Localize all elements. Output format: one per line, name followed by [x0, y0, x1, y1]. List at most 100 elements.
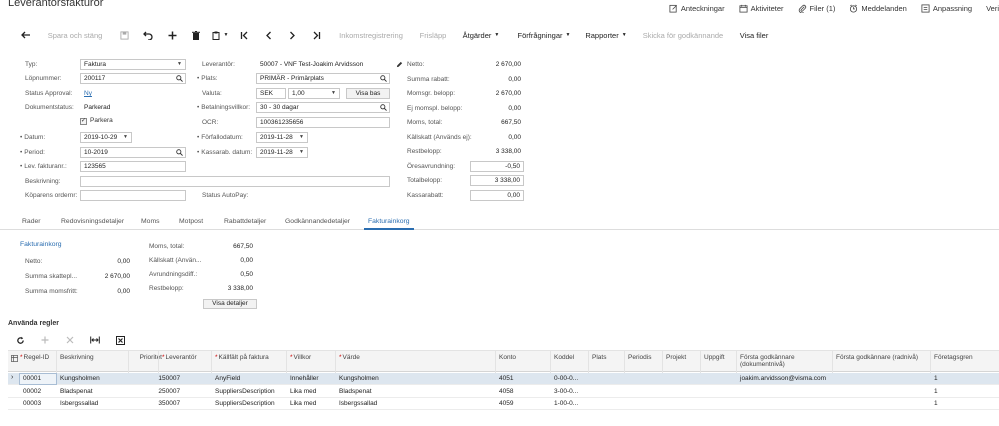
save-button[interactable]: [112, 24, 136, 46]
delete-button[interactable]: [184, 24, 208, 46]
grid-column-header[interactable]: Företagsgren: [934, 354, 994, 361]
edit-icon[interactable]: [396, 61, 403, 68]
ocr-field[interactable]: 100361235656: [256, 117, 390, 128]
exchange-rate-field[interactable]: 1,00 ▼: [288, 88, 340, 99]
verify-action[interactable]: Veri: [986, 4, 999, 13]
delete-row-button[interactable]: [62, 334, 78, 346]
grid-column-header[interactable]: Villkor: [290, 354, 336, 361]
grid-column-header[interactable]: Leverantör: [162, 354, 210, 361]
fakturainkorg-link[interactable]: Fakturainkorg: [20, 241, 62, 248]
grid-column-header[interactable]: Konto: [499, 354, 551, 361]
last-record-button[interactable]: [304, 24, 328, 46]
show-base-button[interactable]: Visa bas: [346, 88, 390, 99]
save-close-button[interactable]: Spara och stäng: [38, 24, 112, 46]
grid-column-header[interactable]: Första godkännare (radnivå): [836, 354, 932, 361]
table-cell[interactable]: 1: [934, 375, 994, 382]
grid-column-divider[interactable]: [158, 351, 159, 373]
location-field[interactable]: PRIMÄR - Primärplats: [256, 73, 390, 84]
table-cell[interactable]: Innehåller: [290, 375, 336, 382]
type-select[interactable]: Faktura ▼: [80, 59, 186, 70]
grid-column-header[interactable]: Första godkännare (dokumentnivå): [740, 354, 836, 368]
inquiries-menu[interactable]: Förfrågningar ▼: [510, 24, 578, 46]
table-cell[interactable]: Kungsholmen: [339, 375, 497, 382]
grid-column-divider[interactable]: [211, 351, 212, 373]
tab-godkannandedetaljer[interactable]: Godkännandedetaljer: [285, 218, 350, 225]
grid-column-divider[interactable]: [662, 351, 663, 373]
grid-column-divider[interactable]: [930, 351, 931, 373]
messages-action[interactable]: Meddelanden: [849, 4, 907, 13]
table-cell[interactable]: 50007: [162, 400, 210, 407]
table-cell[interactable]: 4058: [499, 388, 551, 395]
copy-paste-button[interactable]: ▼: [208, 24, 232, 46]
grid-column-header[interactable]: Periodis: [628, 354, 666, 361]
description-field[interactable]: [80, 176, 390, 187]
grid-column-header[interactable]: Beskrivning: [60, 354, 130, 361]
grid-column-divider[interactable]: [700, 351, 701, 373]
due-date-field[interactable]: 2019-11-28 ▼: [256, 132, 308, 143]
grid-column-divider[interactable]: [286, 351, 287, 373]
table-cell[interactable]: 00002: [23, 388, 61, 395]
table-cell[interactable]: 3-00-0...: [554, 388, 592, 395]
customization-action[interactable]: Anpassning: [921, 4, 972, 13]
undo-button[interactable]: [136, 24, 160, 46]
table-cell[interactable]: SuppliersDescription: [215, 388, 287, 395]
grid-column-divider[interactable]: [624, 351, 625, 373]
table-cell[interactable]: 50007: [162, 388, 210, 395]
grid-column-header[interactable]: Regel-ID: [20, 354, 58, 361]
next-record-button[interactable]: [280, 24, 304, 46]
currency-field[interactable]: SEK: [256, 88, 286, 99]
grid-column-header[interactable]: Uppgift: [704, 354, 740, 361]
grid-column-header[interactable]: Projekt: [666, 354, 704, 361]
table-cell[interactable]: Isbergssallad: [60, 400, 130, 407]
previous-record-button[interactable]: [256, 24, 280, 46]
tab-motpost[interactable]: Motpost: [179, 218, 203, 225]
period-field[interactable]: 10-2019: [80, 147, 186, 158]
incoming-registration-button[interactable]: Inkomstregistrering: [328, 24, 414, 46]
supplier-invoice-nr-field[interactable]: 123565: [80, 161, 186, 172]
tab-moms[interactable]: Moms: [141, 218, 160, 225]
discount-date-field[interactable]: 2019-11-28 ▼: [256, 147, 308, 158]
back-button[interactable]: [14, 24, 38, 46]
summary-value[interactable]: 3 338,00: [470, 175, 524, 186]
table-cell[interactable]: Bladspenat: [339, 388, 497, 395]
tab-fakturainkorg[interactable]: Fakturainkorg: [364, 218, 414, 230]
grid-column-header[interactable]: Värde: [339, 354, 497, 361]
column-settings-icon[interactable]: [11, 355, 18, 362]
activities-action[interactable]: Aktiviteter: [739, 4, 784, 13]
table-cell[interactable]: Kungsholmen: [60, 375, 130, 382]
grid-column-header[interactable]: Plats: [592, 354, 628, 361]
parkera-checkbox[interactable]: ✓: [80, 118, 87, 125]
buyer-order-field[interactable]: [80, 190, 186, 201]
table-cell[interactable]: joakim.arvidsson@visma.com: [740, 375, 836, 382]
table-row[interactable]: 00003 Isbergssallad 3 50007 SuppliersDescrip…: [8, 398, 999, 410]
show-files-button[interactable]: Visa filer: [732, 24, 776, 46]
table-cell[interactable]: 1: [132, 375, 162, 382]
files-action[interactable]: Filer (1): [798, 4, 835, 13]
add-row-button[interactable]: [37, 334, 53, 346]
summary-value[interactable]: -0,50: [470, 160, 524, 172]
table-cell[interactable]: 50007: [162, 375, 210, 382]
table-cell[interactable]: 00001: [23, 375, 61, 382]
grid-column-divider[interactable]: [832, 351, 833, 373]
table-cell[interactable]: 4051: [499, 375, 551, 382]
date-field[interactable]: 2019-10-29 ▼: [80, 132, 132, 143]
grid-column-divider[interactable]: [56, 351, 57, 373]
grid-column-divider[interactable]: [335, 351, 336, 373]
send-approval-button[interactable]: Skicka för godkännande: [634, 24, 732, 46]
summary-value[interactable]: 0,00: [470, 189, 524, 201]
notes-action[interactable]: Anteckningar: [669, 4, 725, 13]
export-excel-button[interactable]: [112, 334, 128, 346]
table-cell[interactable]: 3: [132, 400, 162, 407]
lopnummer-field[interactable]: 200117: [80, 73, 186, 84]
table-cell[interactable]: Isbergssallad: [339, 400, 497, 407]
grid-column-divider[interactable]: [495, 351, 496, 373]
reports-menu[interactable]: Rapporter ▼: [578, 24, 634, 46]
first-record-button[interactable]: [232, 24, 256, 46]
table-row[interactable]: 00002 Bladspenat 2 50007 SuppliersDescriptio…: [8, 386, 999, 398]
table-cell[interactable]: Bladspenat: [60, 388, 130, 395]
supplier-value[interactable]: 50007 - VNF Test-Joakim Arvidsson: [256, 59, 392, 70]
show-details-button[interactable]: Visa detaljer: [203, 299, 257, 309]
table-cell[interactable]: 00003: [23, 400, 61, 407]
table-cell[interactable]: 1-00-0...: [554, 400, 592, 407]
table-cell[interactable]: 2: [132, 388, 162, 395]
